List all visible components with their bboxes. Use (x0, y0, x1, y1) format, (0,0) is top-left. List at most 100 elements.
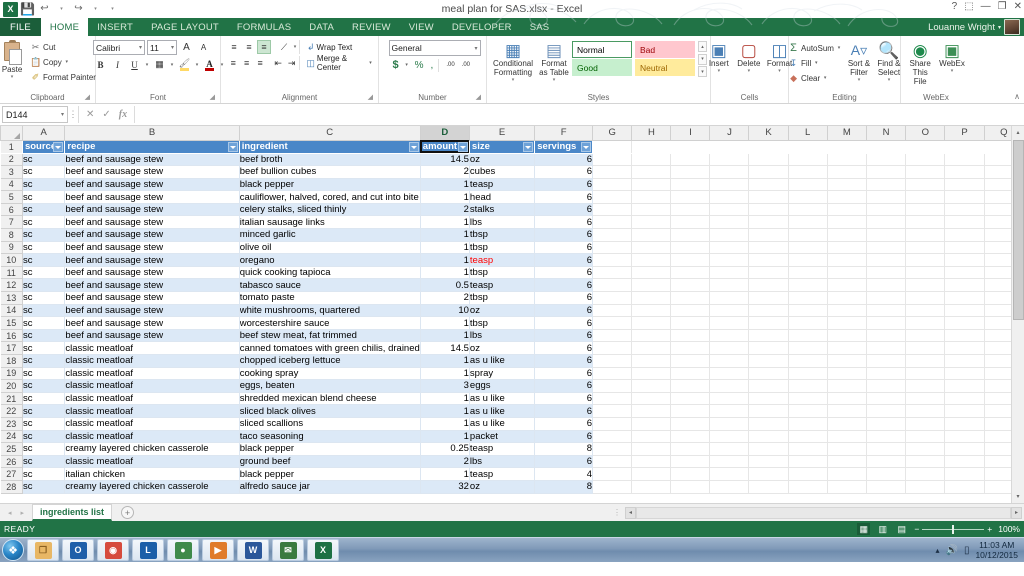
cell-source[interactable]: sc (22, 417, 66, 431)
cell-servings[interactable]: 8 (534, 480, 594, 494)
cell-source[interactable]: sc (22, 215, 66, 230)
empty-cell[interactable] (866, 341, 907, 355)
empty-cell[interactable] (670, 467, 711, 481)
empty-cell[interactable] (788, 190, 828, 204)
empty-cell[interactable] (631, 153, 672, 167)
row-header-12[interactable]: 12 (0, 278, 23, 293)
table-row[interactable]: 12 sc beef and sausage stew tabasco sauce 0.… (0, 278, 1024, 293)
empty-cell[interactable] (592, 455, 633, 469)
taskbar-item-xbox[interactable]: ● (167, 539, 199, 561)
empty-cell[interactable] (670, 203, 711, 217)
empty-cell[interactable] (788, 278, 828, 293)
font-size-input[interactable]: 11 ▾ (147, 40, 177, 55)
cell-recipe[interactable]: beef and sausage stew (64, 165, 240, 179)
cell-ingredient[interactable]: canned tomatoes with green chilis, drain… (239, 341, 421, 355)
filter-icon-amount[interactable] (457, 142, 468, 152)
empty-cell[interactable] (670, 190, 711, 204)
cell-servings[interactable]: 6 (534, 430, 594, 444)
empty-cell[interactable] (905, 228, 946, 242)
row-header-15[interactable]: 15 (0, 316, 23, 330)
cell-recipe[interactable]: classic meatloaf (64, 341, 240, 355)
empty-cell[interactable] (670, 178, 711, 192)
accounting-caret-icon[interactable]: ▾ (404, 62, 410, 68)
empty-cell[interactable] (631, 266, 672, 280)
merge-and-center-button[interactable]: ◫ Merge & Center ▾ (304, 54, 375, 72)
table-row[interactable]: 28 sc creamy layered chicken casserole alfr… (0, 479, 1024, 494)
empty-cell[interactable] (788, 404, 828, 418)
cell-source[interactable]: sc (22, 480, 66, 494)
cell-amount[interactable]: 1 (420, 266, 470, 280)
empty-cell[interactable] (866, 178, 907, 192)
table-header-ingredient[interactable]: ingredient (239, 140, 421, 154)
empty-cell[interactable] (866, 253, 907, 267)
empty-cell[interactable] (709, 417, 750, 431)
empty-cell[interactable] (827, 455, 868, 469)
page-layout-view-button[interactable]: ▥ (876, 523, 889, 535)
borders-caret-icon[interactable]: ▾ (169, 62, 175, 68)
cell-recipe[interactable]: beef and sausage stew (64, 190, 240, 204)
row-header-16[interactable]: 16 (0, 328, 23, 343)
cell-recipe[interactable]: creamy layered chicken casserole (64, 480, 240, 494)
empty-cell[interactable] (748, 354, 789, 368)
zoom-knob[interactable] (952, 524, 955, 534)
col-header-M[interactable]: M (826, 126, 868, 141)
col-header-P[interactable]: P (944, 126, 985, 141)
redo-dropdown-icon[interactable]: ▾ (88, 2, 103, 17)
empty-cell[interactable] (788, 467, 828, 481)
empty-cell[interactable] (827, 203, 868, 217)
empty-cell[interactable] (905, 404, 946, 418)
empty-cell[interactable] (905, 291, 946, 305)
empty-cell[interactable] (631, 354, 672, 368)
cell-amount[interactable]: 2 (420, 165, 470, 179)
fill-color-button[interactable]: 🖌 (177, 57, 192, 72)
zoom-track[interactable] (922, 524, 985, 534)
align-middle-button[interactable]: ≡ (242, 40, 256, 54)
help-button[interactable]: ? (952, 1, 958, 12)
empty-cell[interactable] (788, 430, 828, 444)
restore-button[interactable]: ❐ (998, 1, 1007, 12)
cell-servings[interactable]: 6 (534, 278, 594, 293)
cell-source[interactable]: sc (22, 266, 66, 280)
empty-cell[interactable] (670, 392, 711, 406)
empty-cell[interactable] (670, 379, 711, 393)
share-this-file-button[interactable]: ◉ Share This File (904, 40, 936, 87)
table-header-recipe[interactable]: recipe (64, 140, 240, 154)
cell-source[interactable]: sc (22, 153, 66, 167)
empty-cell[interactable] (944, 392, 985, 406)
table-row[interactable]: 27 sc italian chicken black pepper 1 teasp 4 (0, 467, 1024, 481)
empty-cell[interactable] (748, 278, 789, 293)
align-right-button[interactable]: ≡ (254, 56, 266, 70)
empty-cell[interactable] (631, 316, 672, 330)
number-format-caret-icon[interactable]: ▾ (471, 45, 477, 52)
empty-cell[interactable] (827, 253, 868, 267)
cell-recipe[interactable]: classic meatloaf (64, 354, 240, 368)
font-color-button[interactable]: A (202, 57, 217, 72)
percent-style-button[interactable]: % (413, 58, 426, 72)
empty-cell[interactable] (709, 178, 750, 192)
collapse-ribbon-button[interactable]: ∧ (1014, 92, 1020, 101)
increase-indent-button[interactable]: ⇥ (285, 56, 297, 70)
undo-dropdown-icon[interactable]: ▾ (54, 2, 69, 17)
taskbar[interactable]: ❖ ❐ O ◉ L ● ▶ W ✉ X ▴ 🔊 ▯ 11:03 AM 10/12… (0, 537, 1024, 562)
empty-cell[interactable] (592, 291, 633, 305)
empty-cell[interactable] (592, 404, 633, 418)
fill-caret-icon[interactable]: ▾ (813, 60, 819, 66)
cell-servings[interactable]: 6 (534, 291, 594, 305)
empty-cell[interactable] (866, 228, 907, 242)
tab-formulas[interactable]: FORMULAS (228, 18, 300, 36)
empty-cell[interactable] (592, 480, 633, 494)
empty-cell[interactable] (748, 253, 789, 267)
cell-recipe[interactable]: beef and sausage stew (64, 316, 240, 330)
borders-icon[interactable]: ▦ (152, 57, 167, 72)
empty-cell[interactable] (631, 215, 672, 230)
empty-cell[interactable] (709, 329, 750, 343)
table-row[interactable]: 26 sc classic meatloaf ground beef 2 lbs 6 (0, 454, 1024, 469)
cell-recipe[interactable]: classic meatloaf (64, 392, 240, 406)
empty-cell[interactable] (944, 354, 985, 368)
empty-cell[interactable] (788, 379, 828, 393)
cell-ingredient[interactable]: cauliflower, halved, cored, and cut into… (239, 190, 421, 204)
empty-cell[interactable] (670, 278, 711, 293)
cell-source[interactable]: sc (22, 379, 66, 393)
bold-button[interactable]: B (93, 57, 108, 72)
cell-ingredient[interactable]: tomato paste (239, 291, 421, 305)
